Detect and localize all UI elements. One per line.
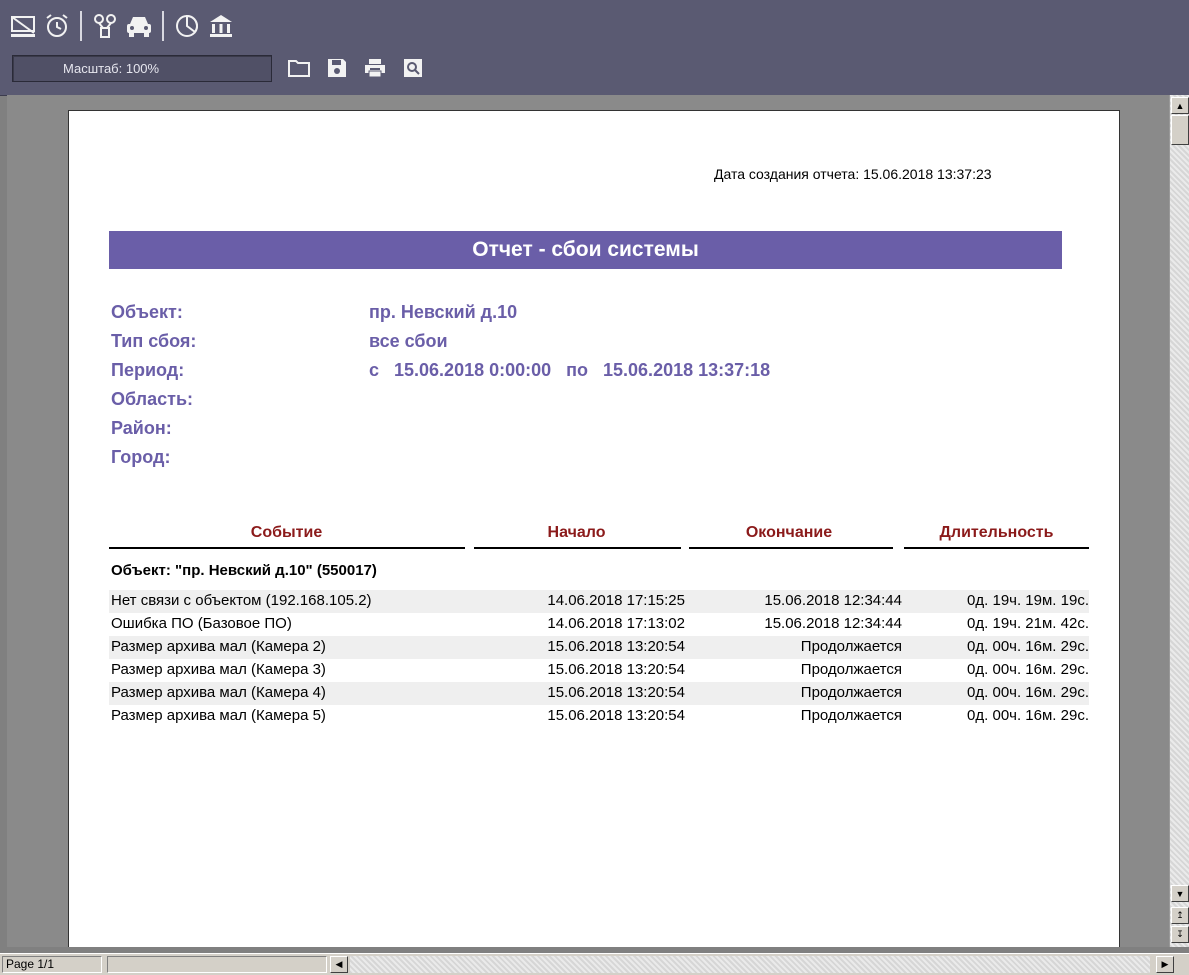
cell-start: 15.06.2018 13:20:54 [547, 638, 685, 655]
report-page: Дата создания отчета: 15.06.2018 13:37:2… [68, 110, 1120, 947]
header-underline [904, 547, 1089, 549]
cell-event: Размер архива мал (Камера 2) [111, 638, 326, 655]
meta-key: Объект: [111, 302, 183, 322]
scroll-down-icon[interactable]: ▼ [1171, 885, 1189, 902]
column-header-end: Окончание [745, 524, 833, 541]
cell-start: 15.06.2018 13:20:54 [547, 684, 685, 701]
toolbar-separator [80, 11, 82, 41]
print-icon[interactable] [362, 55, 388, 81]
cell-event: Нет связи с объектом (192.168.105.2) [111, 592, 372, 609]
horizontal-scroll-track[interactable] [350, 956, 1150, 973]
cell-start: 14.06.2018 17:15:25 [547, 592, 685, 609]
meta-value: все сбои [369, 331, 448, 351]
cell-end: Продолжается [800, 661, 902, 678]
meta-row-object: Объект: пр. Невский д.10 [111, 302, 1011, 331]
scroll-right-icon[interactable]: ▶ [1156, 956, 1174, 973]
column-header-duration: Длительность [939, 524, 1054, 541]
car-icon[interactable] [124, 11, 154, 41]
column-header-start: Начало [547, 524, 606, 541]
scroll-left-icon[interactable]: ◀ [330, 956, 348, 973]
table-row: Размер архива мал (Камера 3) 15.06.2018 … [109, 659, 1089, 682]
table-row: Размер архива мал (Камера 5) 15.06.2018 … [109, 705, 1089, 728]
network-icon[interactable] [90, 11, 120, 41]
cell-end: Продолжается [800, 684, 902, 701]
meta-row-period: Период: с 15.06.2018 0:00:00 по 15.06.20… [111, 360, 1011, 389]
cell-duration: 0д. 00ч. 16м. 29с. [967, 684, 1089, 701]
page-up-icon[interactable]: ↥ [1171, 907, 1189, 924]
cell-event: Ошибка ПО (Базовое ПО) [111, 615, 292, 632]
page-down-icon[interactable]: ↧ [1171, 926, 1189, 943]
group-title: Объект: "пр. Невский д.10" (550017) [111, 562, 377, 579]
meta-value: пр. Невский д.10 [369, 302, 518, 322]
cell-duration: 0д. 19ч. 19м. 19с. [967, 592, 1089, 609]
meta-row-failure-type: Тип сбоя: все сбои [111, 331, 1011, 360]
meta-row-city: Город: [111, 447, 1011, 476]
cell-start: 15.06.2018 13:20:54 [547, 707, 685, 724]
cell-duration: 0д. 19ч. 21м. 42с. [967, 615, 1089, 632]
horizontal-scroll-thumb[interactable] [107, 956, 327, 973]
report-created-date: Дата создания отчета: 15.06.2018 13:37:2… [714, 166, 992, 182]
report-title: Отчет - сбои системы [109, 231, 1062, 269]
report-viewport: Дата создания отчета: 15.06.2018 13:37:2… [7, 95, 1169, 947]
alarm-clock-icon[interactable] [42, 11, 72, 41]
meta-key: Период: [111, 360, 185, 380]
meta-key: Город: [111, 447, 171, 467]
pie-chart-icon[interactable] [172, 11, 202, 41]
header-underline [109, 547, 465, 549]
report-parameters: Объект: пр. Невский д.10 Тип сбоя: все с… [111, 302, 1011, 476]
cell-end: 15.06.2018 12:34:44 [764, 615, 902, 632]
cell-event: Размер архива мал (Камера 3) [111, 661, 326, 678]
header-underline [474, 547, 681, 549]
scroll-thumb[interactable] [1171, 115, 1189, 145]
cell-duration: 0д. 00ч. 16м. 29с. [967, 707, 1089, 724]
toolbar: Масштаб: 100% [0, 0, 1189, 96]
table-row: Нет связи с объектом (192.168.105.2) 14.… [109, 590, 1089, 613]
vertical-scrollbar[interactable]: ▲ ▼ ↥ ↧ [1169, 95, 1189, 947]
cell-duration: 0д. 00ч. 16м. 29с. [967, 661, 1089, 678]
header-underline [689, 547, 893, 549]
column-header-event: Событие [250, 524, 323, 541]
open-folder-icon[interactable] [286, 55, 312, 81]
cell-end: 15.06.2018 12:34:44 [764, 592, 902, 609]
cell-end: Продолжается [800, 707, 902, 724]
save-icon[interactable] [324, 55, 350, 81]
cell-event: Размер архива мал (Камера 4) [111, 684, 326, 701]
file-actions [286, 55, 438, 81]
table-row: Ошибка ПО (Базовое ПО) 14.06.2018 17:13:… [109, 613, 1089, 636]
toolbar-separator [162, 11, 164, 41]
meta-key: Тип сбоя: [111, 331, 197, 351]
monitor-off-icon[interactable] [8, 11, 38, 41]
toolbar-icons-row [8, 6, 240, 46]
zoom-field[interactable]: Масштаб: 100% [12, 55, 272, 82]
meta-key: Район: [111, 418, 172, 438]
preview-icon[interactable] [400, 55, 426, 81]
table-row: Размер архива мал (Камера 4) 15.06.2018 … [109, 682, 1089, 705]
cell-start: 14.06.2018 17:13:02 [547, 615, 685, 632]
meta-row-region: Область: [111, 389, 1011, 418]
report-table: Нет связи с объектом (192.168.105.2) 14.… [109, 590, 1089, 728]
meta-row-district: Район: [111, 418, 1011, 447]
status-bar: Page 1/1 ◀ ▶ [0, 953, 1189, 975]
meta-value: с 15.06.2018 0:00:00 по 15.06.2018 13:37… [369, 360, 771, 380]
bank-icon[interactable] [206, 11, 236, 41]
table-row: Размер архива мал (Камера 2) 15.06.2018 … [109, 636, 1089, 659]
cell-duration: 0д. 00ч. 16м. 29с. [967, 638, 1089, 655]
cell-end: Продолжается [800, 638, 902, 655]
cell-event: Размер архива мал (Камера 5) [111, 707, 326, 724]
scroll-up-icon[interactable]: ▲ [1171, 97, 1189, 114]
cell-start: 15.06.2018 13:20:54 [547, 661, 685, 678]
page-indicator: Page 1/1 [2, 956, 102, 973]
meta-key: Область: [111, 389, 194, 409]
